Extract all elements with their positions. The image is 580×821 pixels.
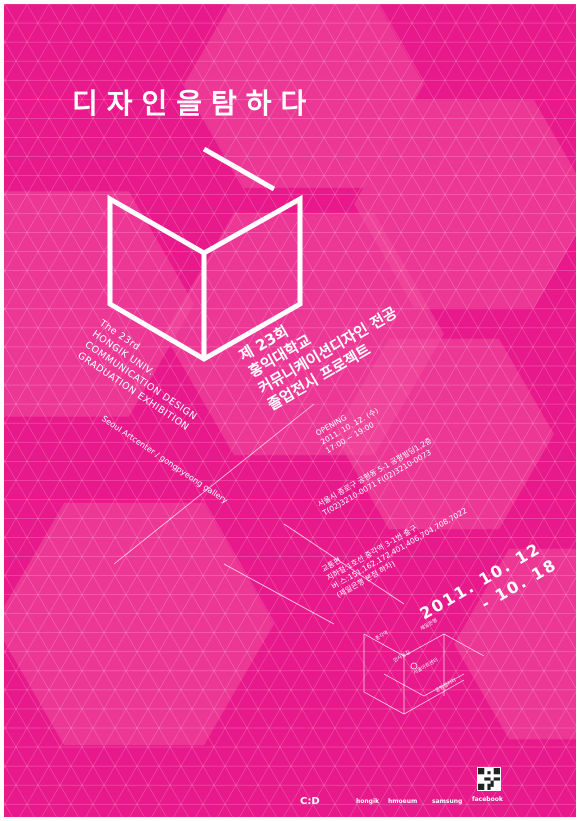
sponsor-logo: hmoeum	[388, 798, 418, 805]
exhibition-poster: 디자인을탐하다 The 23rd HONGIK UNIV. COMMUNICAT…	[4, 4, 576, 817]
facebook-label: facebook	[472, 796, 503, 803]
sponsor-logo: hongik	[356, 798, 380, 805]
sponsor-logo: samsung	[432, 798, 463, 805]
main-title: 디자인을탐하다	[72, 87, 316, 120]
qr-code-icon	[477, 767, 501, 791]
sponsor-logo: C:D	[300, 796, 320, 807]
